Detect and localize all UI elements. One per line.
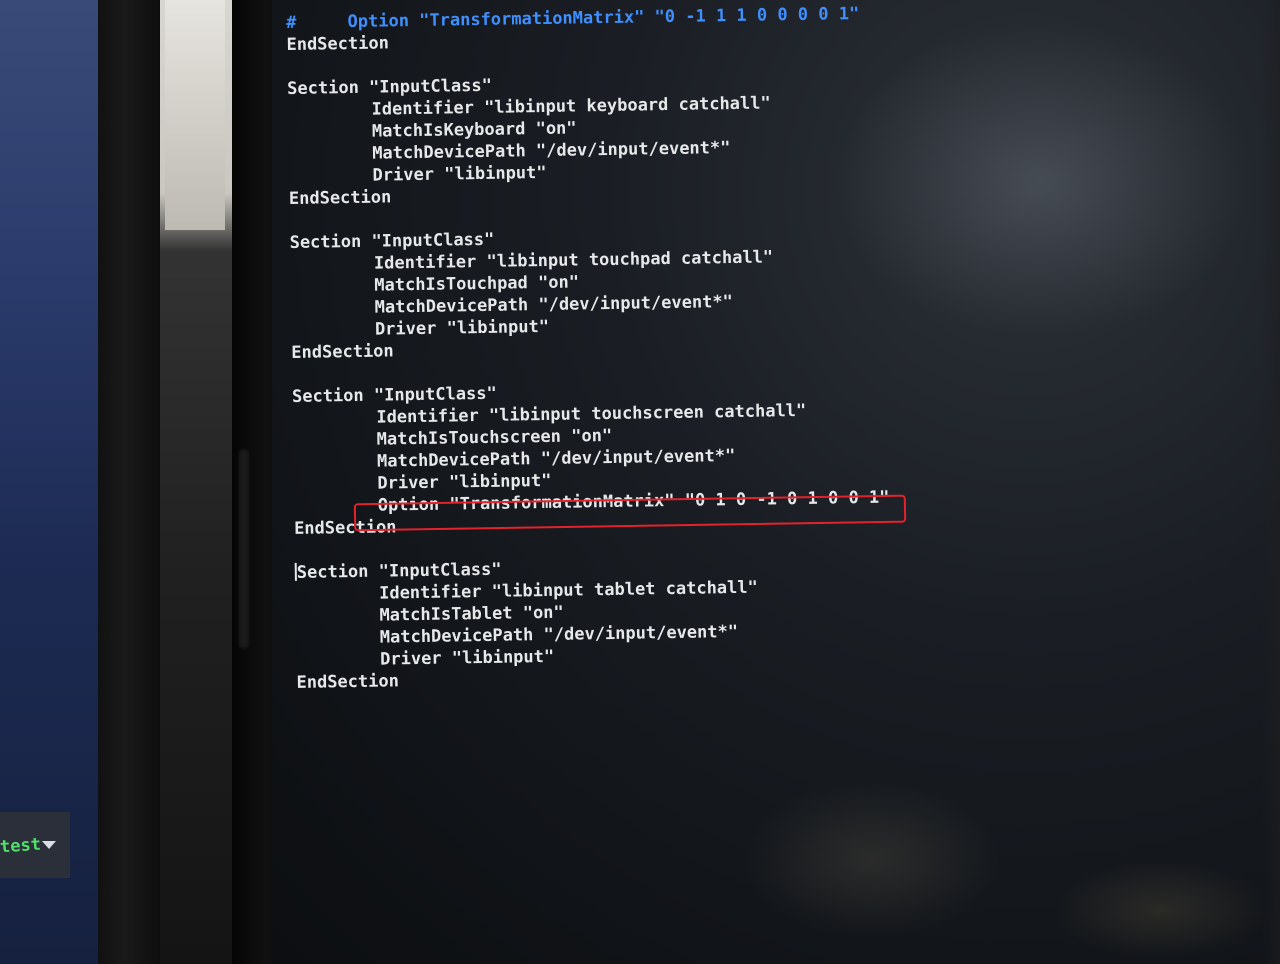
background-monitor-status-text: test [0,834,42,858]
screen-glare [1052,860,1272,960]
screen-glare [832,20,1252,340]
photo-scene: test # Option "TransformationMatrix" "0 … [0,0,1280,964]
bezel-notch [238,448,250,650]
terminal-line-text: Section "InputClass" [296,559,502,583]
screen-glare [742,780,1002,940]
dropdown-arrow-icon [42,841,56,849]
terminal-text-editor[interactable]: # Option "TransformationMatrix" "0 -1 1 … [286,3,892,694]
background-monitor-bezel [98,0,166,964]
laptop-screen: # Option "TransformationMatrix" "0 -1 1 … [272,0,1280,964]
screen-edge-shadow [1262,0,1280,964]
background-wall-light [165,0,225,230]
